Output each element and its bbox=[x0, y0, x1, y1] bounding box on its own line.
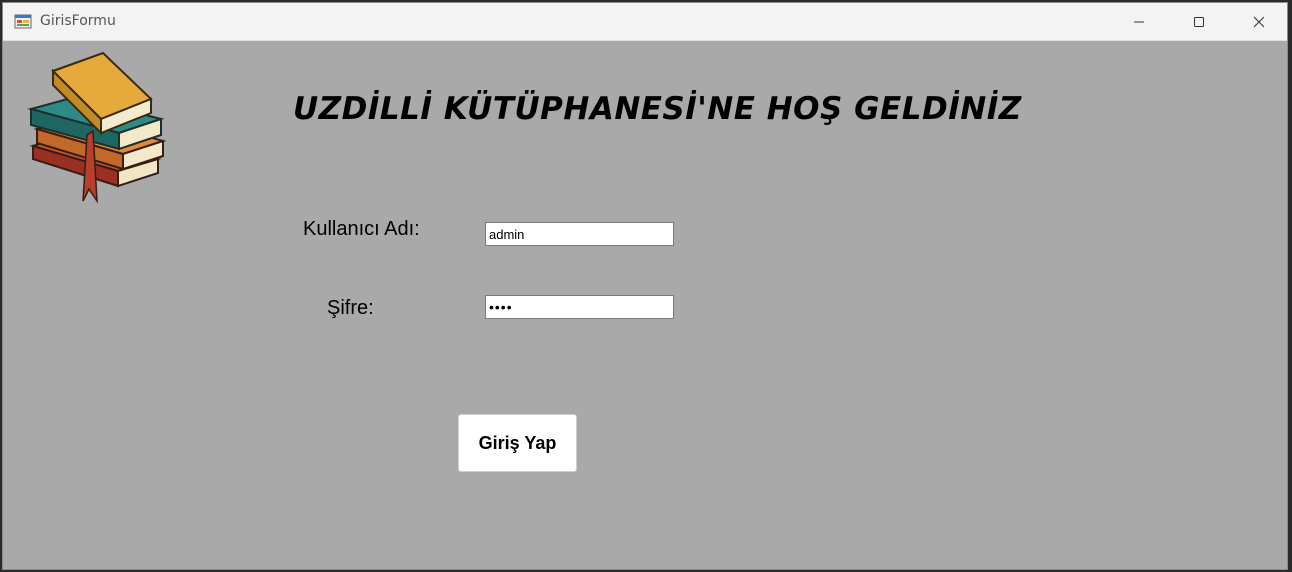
minimize-button[interactable] bbox=[1110, 3, 1168, 40]
title-bar[interactable]: GirisFormu bbox=[3, 3, 1287, 41]
welcome-heading: UZDİLLİ KÜTÜPHANESİ'NE HOŞ GELDİNİZ bbox=[293, 91, 1022, 127]
maximize-button[interactable] bbox=[1170, 3, 1228, 40]
minimize-icon bbox=[1134, 21, 1144, 22]
login-button[interactable]: Giriş Yap bbox=[458, 414, 577, 472]
close-button[interactable] bbox=[1230, 3, 1287, 40]
close-icon bbox=[1253, 16, 1265, 27]
login-window: GirisFormu UZDİLLİ KÜTÜPHANESİ'NE HOŞ GE… bbox=[2, 2, 1288, 570]
username-field[interactable] bbox=[485, 222, 674, 246]
window-title: GirisFormu bbox=[40, 13, 116, 29]
maximize-icon bbox=[1194, 16, 1204, 27]
form-body: UZDİLLİ KÜTÜPHANESİ'NE HOŞ GELDİNİZ Kull… bbox=[3, 41, 1287, 569]
books-stack-image bbox=[27, 51, 167, 204]
form-app-icon bbox=[14, 14, 32, 29]
password-label: Şifre: bbox=[327, 297, 374, 319]
password-field[interactable] bbox=[485, 295, 674, 319]
username-label: Kullanıcı Adı: bbox=[303, 218, 420, 240]
